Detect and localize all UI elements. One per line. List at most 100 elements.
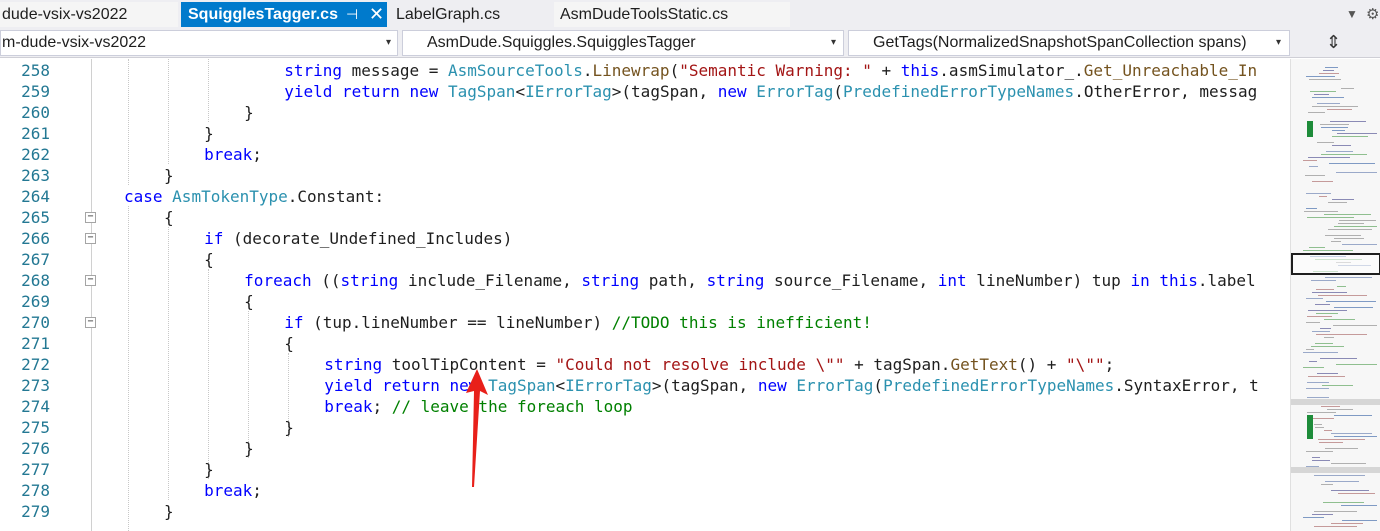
minimap-line [1319,196,1327,197]
minimap-line [1312,460,1330,461]
code-line[interactable]: { [164,207,174,228]
minimap-line [1336,172,1377,173]
tab-asm-dude-tools-static[interactable]: AsmDudeToolsStatic.cs [554,2,790,27]
annotation-arrow-icon [466,369,488,487]
gear-icon[interactable]: ⚙ [1366,2,1379,27]
code-token: string [340,271,399,290]
indent-guide [208,269,209,479]
code-line[interactable]: break; [204,144,262,165]
navigation-bar: m-dude-vsix-vs2022 ▾ AsmDude.Squiggles.S… [0,28,1380,78]
gutter-separator [91,59,92,531]
minimap-band [1291,467,1380,473]
code-token: . [582,61,593,80]
chevron-down-icon[interactable]: ▾ [386,30,391,56]
minimap-line [1321,406,1340,407]
fold-toggle-icon[interactable]: − [85,212,96,223]
code-token: (tup.lineNumber == lineNumber) [303,313,612,332]
code-line[interactable]: { [284,333,294,354]
code-token: GetText [950,355,1018,374]
minimap-line [1306,388,1329,389]
code-line[interactable]: if (decorate_Undefined_Includes) [204,228,512,249]
minimap-line [1331,523,1363,524]
code-line[interactable]: yield return new TagSpan<IErrorTag>(tagS… [284,81,1257,102]
line-number: 268 [21,271,50,290]
code-editor[interactable]: 258 string message = AsmSourceTools.Linew… [0,59,1290,531]
minimap-line [1309,247,1325,248]
minimap-line [1306,298,1323,299]
minimap-line [1303,352,1338,353]
scrollbar-thumb[interactable] [1291,253,1380,275]
minimap-line [1342,520,1377,521]
code-line[interactable]: if (tup.lineNumber == lineNumber) //TODO… [284,312,872,333]
tab-overflow-dropdown-icon[interactable]: ▼ [1346,2,1358,27]
line-number: 266 [21,229,50,248]
code-line[interactable]: { [204,249,214,270]
code-line[interactable]: } [284,417,294,438]
fold-toggle-icon[interactable]: − [85,317,96,328]
code-line[interactable]: break; [204,480,262,501]
close-tab-icon[interactable]: ✕ [369,2,384,27]
code-line[interactable]: } [164,165,174,186]
code-token: } [284,418,294,437]
tab-dude-vsix-vs2022[interactable]: dude-vsix-vs2022 [0,2,178,27]
code-line[interactable]: } [204,123,214,144]
split-editor-icon[interactable]: ⇕ [1326,32,1341,52]
line-number: 261 [21,124,50,143]
chevron-down-icon[interactable]: ▾ [1276,30,1281,56]
project-dropdown[interactable]: m-dude-vsix-vs2022 [0,30,398,56]
code-token: new [757,376,787,395]
code-token: } [204,460,214,479]
code-line[interactable]: } [204,459,214,480]
code-token: < [515,82,526,101]
code-token: .asmSimulator_. [939,61,1084,80]
code-token: "Semantic Warning: " [679,61,872,80]
line-number: 262 [21,145,50,164]
minimap-line [1319,73,1339,74]
code-token: .label [1197,271,1256,290]
minimap-line [1337,286,1346,287]
code-line[interactable]: } [164,501,174,522]
code-token: { [164,208,174,227]
fold-toggle-icon[interactable]: − [85,233,96,244]
code-token: Get_Unreachable_In [1083,61,1258,80]
line-number: 259 [21,82,50,101]
code-line[interactable]: string message = AsmSourceTools.Linewrap… [284,60,1257,81]
code-line[interactable]: } [244,438,254,459]
minimap-line [1312,292,1347,293]
code-token: foreach [244,271,312,290]
code-line[interactable]: { [244,291,254,312]
line-number: 274 [21,397,50,416]
minimap-line [1338,223,1364,224]
code-line[interactable]: string toolTipContent = "Could not resol… [324,354,1114,375]
chevron-down-icon[interactable]: ▾ [831,30,836,56]
line-number: 267 [21,250,50,269]
pin-tab-icon[interactable]: ⊣ [346,2,358,27]
code-line[interactable]: case AsmTokenType.Constant: [124,186,384,207]
minimap-line [1337,133,1377,134]
minimap-line [1325,235,1361,236]
code-line[interactable]: foreach ((string include_Filename, strin… [244,270,1256,291]
code-token: case [124,187,163,206]
minimap-line [1325,481,1359,482]
minimap-line [1341,505,1377,506]
code-token: in [1130,271,1150,290]
type-dropdown[interactable]: AsmDude.Squiggles.SquigglesTagger [402,30,844,56]
tab-label-graph[interactable]: LabelGraph.cs [390,2,550,27]
minimap-line [1307,217,1354,218]
line-number: 270 [21,313,50,332]
code-token: break [204,145,253,164]
minimap-line [1312,106,1358,107]
minimap-line [1317,103,1340,104]
code-token: () + [1017,355,1067,374]
code-token: IErrorTag [565,376,652,395]
fold-toggle-icon[interactable]: − [85,275,96,286]
scrollbar-minimap[interactable] [1290,59,1380,531]
code-token: break [204,481,253,500]
minimap-line [1320,328,1331,329]
minimap-line [1309,166,1318,167]
line-number: 258 [21,61,50,80]
member-dropdown[interactable]: GetTags(NormalizedSnapshotSpanCollection… [848,30,1290,56]
code-token: .SyntaxError, t [1114,376,1259,395]
code-line[interactable]: } [244,102,254,123]
